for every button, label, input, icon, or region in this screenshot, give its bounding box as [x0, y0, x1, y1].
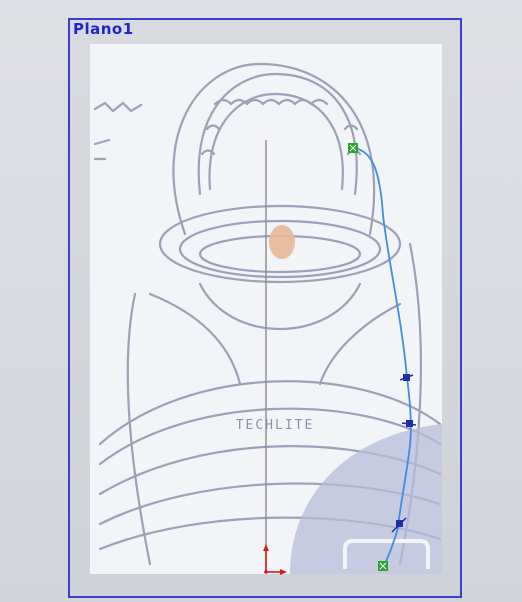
sketch-plane-label[interactable]: Plano1 — [73, 20, 134, 38]
sketch-stroke — [318, 302, 402, 386]
sketch-brand-text: TECHLITE — [236, 418, 315, 433]
sketch-stroke — [93, 138, 111, 161]
sketch-accent-dot — [269, 225, 295, 259]
endpoint-handle-icon[interactable] — [378, 561, 388, 571]
sketch-stroke — [172, 62, 376, 236]
graphics-viewport[interactable]: Plano1 TECHLITE — [0, 0, 522, 602]
sketch-stroke — [197, 72, 358, 196]
sketch-stroke — [93, 101, 143, 113]
sketch-stroke — [148, 292, 242, 386]
sketch-stroke — [126, 292, 152, 566]
sketch-stroke — [213, 98, 329, 106]
sketch-stroke — [198, 282, 362, 331]
sketch-stroke — [200, 124, 362, 156]
sketch-stroke — [208, 92, 344, 191]
endpoint-handle-icon[interactable] — [348, 143, 358, 153]
